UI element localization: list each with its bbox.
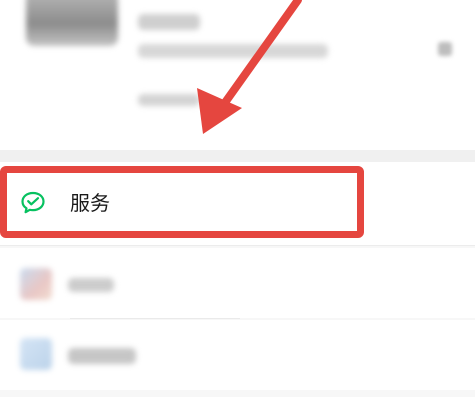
list-item[interactable] bbox=[0, 248, 475, 318]
row-divider bbox=[70, 318, 240, 319]
wechat-id-blurred bbox=[138, 44, 328, 58]
profile-header[interactable] bbox=[0, 0, 475, 150]
section-gap bbox=[0, 150, 475, 162]
status-blurred[interactable] bbox=[138, 94, 200, 106]
row-divider bbox=[0, 245, 475, 246]
highlight-box bbox=[0, 166, 364, 238]
avatar[interactable] bbox=[26, 0, 118, 46]
nickname-blurred bbox=[138, 14, 200, 30]
album-icon bbox=[20, 338, 52, 370]
favorites-icon bbox=[20, 268, 52, 300]
qr-code-icon[interactable] bbox=[438, 42, 452, 56]
list-item-label-blurred bbox=[68, 278, 114, 292]
list-item[interactable] bbox=[0, 320, 475, 390]
list-item-label-blurred bbox=[68, 348, 136, 364]
